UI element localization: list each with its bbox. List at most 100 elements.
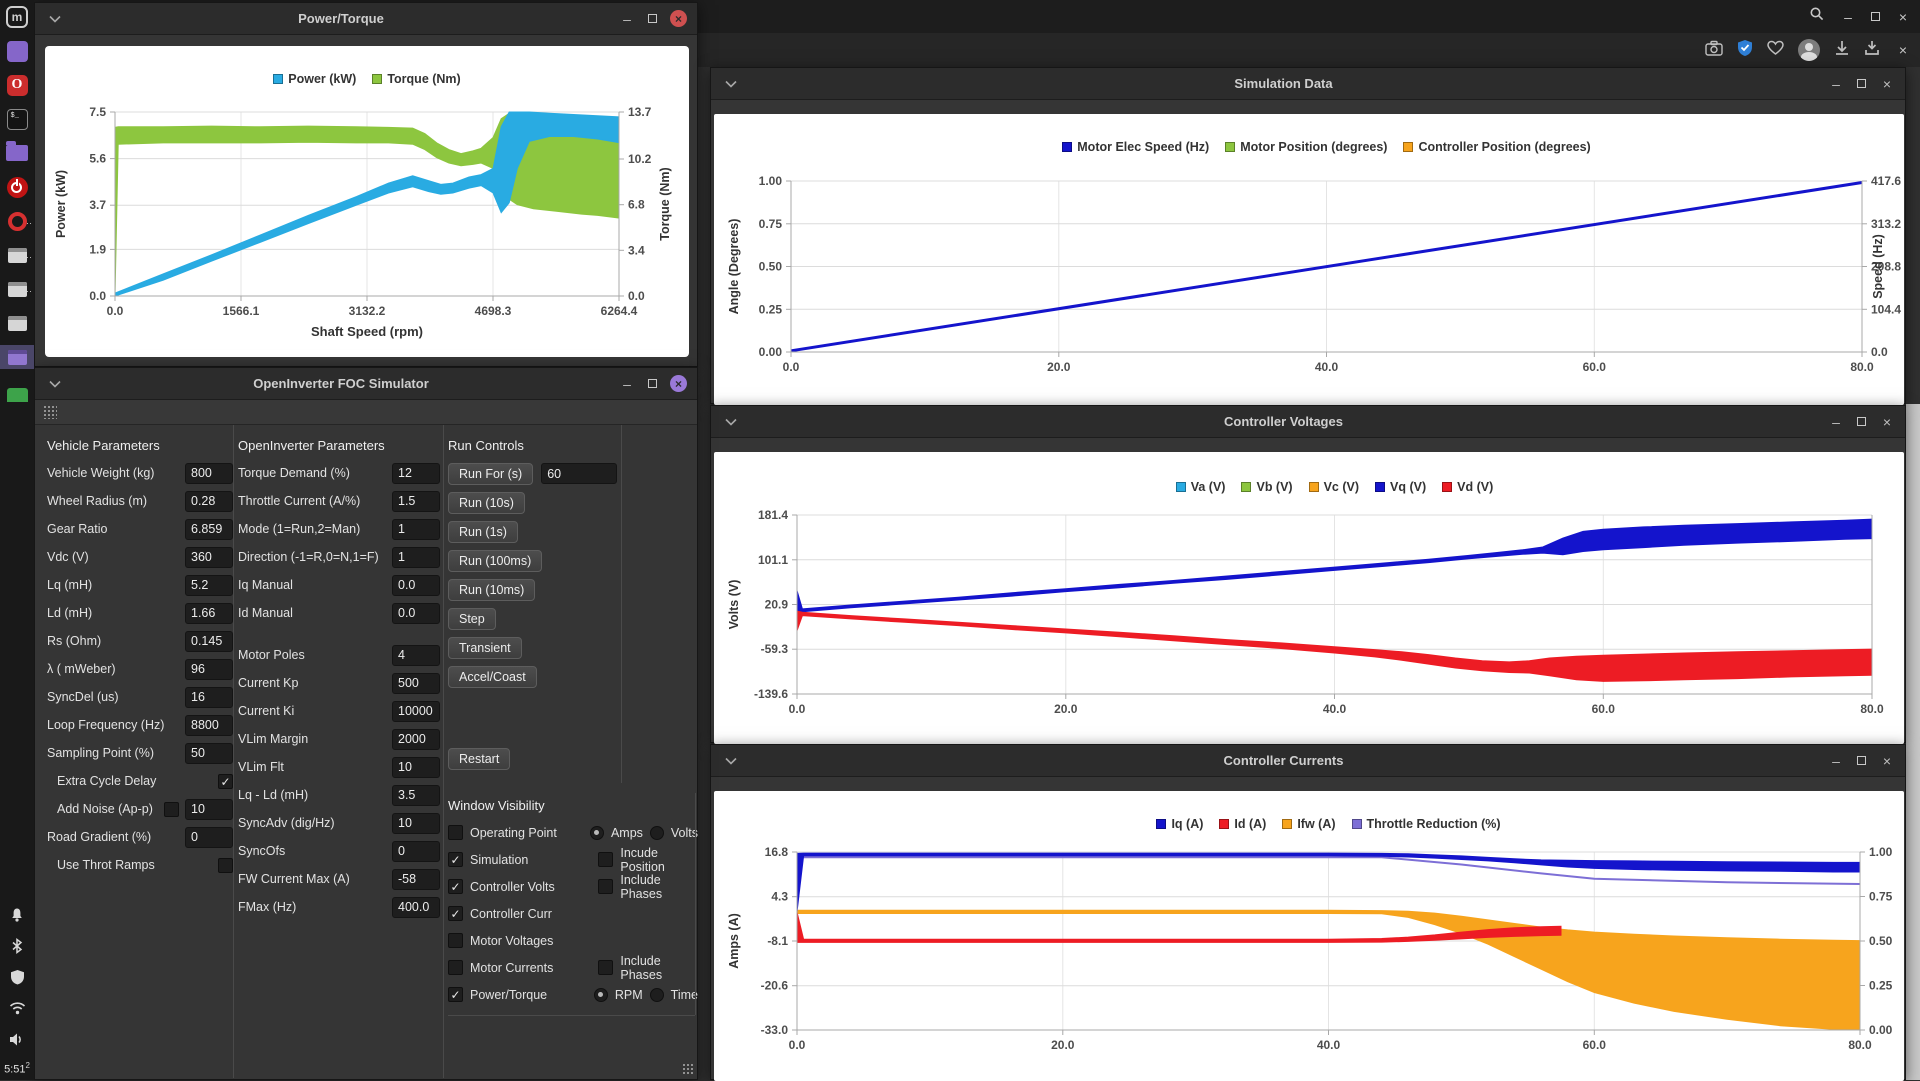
bg-maximize-button[interactable] xyxy=(1871,8,1880,26)
legend-item[interactable]: Vc (V) xyxy=(1309,480,1359,494)
legend-item[interactable]: Power (kW) xyxy=(273,72,356,86)
legend-item[interactable]: Motor Position (degrees) xyxy=(1225,140,1387,154)
param-input[interactable]: 12 xyxy=(392,463,440,484)
param-input[interactable]: 1 xyxy=(392,519,440,540)
param-input[interactable]: 5.2 xyxy=(185,575,233,596)
run-button-run-1s-[interactable]: Run (1s) xyxy=(448,521,518,543)
checkbox-unchecked[interactable] xyxy=(448,825,463,840)
close-button[interactable]: × xyxy=(670,10,687,27)
radio-time[interactable] xyxy=(650,988,664,1002)
param-input[interactable]: -58 xyxy=(392,869,440,890)
param-input[interactable]: 16 xyxy=(185,687,233,708)
minimize-button[interactable]: – xyxy=(619,12,635,26)
run-for-button[interactable]: Run For (s) xyxy=(448,463,533,485)
param-input[interactable]: 500 xyxy=(392,673,440,694)
chevron-down-icon[interactable] xyxy=(725,413,739,431)
bluetooth-icon[interactable] xyxy=(10,937,24,955)
legend-item[interactable]: Id (A) xyxy=(1219,817,1266,831)
radio-volts[interactable] xyxy=(650,826,664,840)
chevron-down-icon[interactable] xyxy=(725,752,739,770)
legend-item[interactable]: Throttle Reduction (%) xyxy=(1352,817,1501,831)
bg-minimize-button[interactable]: – xyxy=(1839,9,1857,25)
checkbox-unchecked[interactable] xyxy=(598,879,613,894)
clock[interactable]: 5:512 xyxy=(4,1061,30,1076)
legend-item[interactable]: Iq (A) xyxy=(1156,817,1203,831)
maximize-button[interactable] xyxy=(1857,75,1866,93)
param-input[interactable]: 0 xyxy=(392,841,440,862)
chevron-down-icon[interactable] xyxy=(49,10,63,28)
bell-icon[interactable] xyxy=(9,906,25,924)
minimize-button[interactable]: – xyxy=(1828,754,1844,768)
background-scrollbar[interactable] xyxy=(1906,404,1920,1080)
radio-amps[interactable] xyxy=(590,826,604,840)
legend-item[interactable]: Va (V) xyxy=(1176,480,1226,494)
param-input[interactable]: 6.859 xyxy=(185,519,233,540)
legend-item[interactable]: Torque (Nm) xyxy=(372,72,460,86)
checkbox-checked[interactable]: ✓ xyxy=(218,774,233,789)
checkbox-unchecked[interactable] xyxy=(598,960,613,975)
param-input[interactable]: 1.66 xyxy=(185,603,233,624)
legend-item[interactable]: Ifw (A) xyxy=(1282,817,1335,831)
checkbox-checked[interactable]: ✓ xyxy=(448,987,463,1002)
close-button[interactable]: × xyxy=(670,375,687,392)
param-input[interactable]: 800 xyxy=(185,463,233,484)
foc-titlebar[interactable]: OpenInverter FOC Simulator – × xyxy=(35,368,697,400)
param-input[interactable]: 2000 xyxy=(392,729,440,750)
download-tray-icon[interactable] xyxy=(1864,40,1880,61)
dock-item-power-app[interactable] xyxy=(0,175,34,199)
run-button-run-10ms-[interactable]: Run (10ms) xyxy=(448,579,535,601)
param-input[interactable]: 400.0 xyxy=(392,897,440,918)
restart-button[interactable]: Restart xyxy=(448,748,510,770)
close-button[interactable]: × xyxy=(1879,77,1895,91)
param-input[interactable]: 1.5 xyxy=(392,491,440,512)
dock-item-opera-browser[interactable]: O xyxy=(0,73,34,97)
param-input[interactable]: 0.0 xyxy=(392,603,440,624)
param-input[interactable]: 10 xyxy=(392,813,440,834)
maximize-button[interactable] xyxy=(1857,752,1866,770)
param-input[interactable]: 1 xyxy=(392,547,440,568)
minimize-button[interactable]: – xyxy=(1828,77,1844,91)
param-input[interactable]: 0.145 xyxy=(185,631,233,652)
toolbar-drag-grip[interactable] xyxy=(43,405,57,419)
legend-item[interactable]: Controller Position (degrees) xyxy=(1403,140,1590,154)
checkbox-unchecked[interactable] xyxy=(448,960,463,975)
dock-item-opera-ring[interactable]: ‥ xyxy=(0,209,34,233)
checkbox-unchecked[interactable] xyxy=(598,852,613,867)
dock-item-mint-menu[interactable]: m xyxy=(0,5,34,29)
bg-close-button[interactable]: × xyxy=(1894,9,1912,25)
dock-item-spreadsheet-app[interactable] xyxy=(0,379,34,403)
run-button-step[interactable]: Step xyxy=(448,608,496,630)
run-for-input[interactable]: 60 xyxy=(541,463,617,484)
legend-item[interactable]: Motor Elec Speed (Hz) xyxy=(1062,140,1209,154)
maximize-button[interactable] xyxy=(648,375,657,393)
param-input[interactable]: 0 xyxy=(185,827,233,848)
dock-item-window-2[interactable]: ‥ xyxy=(0,277,34,301)
minimize-button[interactable]: – xyxy=(619,377,635,391)
run-button-transient[interactable]: Transient xyxy=(448,637,522,659)
param-input[interactable]: 360 xyxy=(185,547,233,568)
resize-grip[interactable] xyxy=(682,1063,694,1075)
simulation-titlebar[interactable]: Simulation Data – × xyxy=(711,68,1905,100)
chevron-down-icon[interactable] xyxy=(725,75,739,93)
wifi-icon[interactable] xyxy=(9,999,26,1017)
maximize-button[interactable] xyxy=(648,10,657,28)
user-avatar[interactable] xyxy=(1798,39,1820,61)
search-icon[interactable] xyxy=(1809,6,1825,27)
radio-rpm[interactable] xyxy=(594,988,608,1002)
legend-item[interactable]: Vb (V) xyxy=(1241,480,1292,494)
shield-icon[interactable] xyxy=(10,968,25,986)
shield-check-icon[interactable] xyxy=(1737,39,1753,62)
minimize-button[interactable]: – xyxy=(1828,415,1844,429)
run-button-accel-coast[interactable]: Accel/Coast xyxy=(448,666,537,688)
param-input[interactable]: 3.5 xyxy=(392,785,440,806)
volume-icon[interactable] xyxy=(9,1030,25,1048)
checkbox-unchecked[interactable] xyxy=(218,858,233,873)
dock-item-window-3[interactable] xyxy=(0,311,34,335)
legend-item[interactable]: Vq (V) xyxy=(1375,480,1426,494)
param-input[interactable]: 0.0 xyxy=(392,575,440,596)
param-input[interactable]: 50 xyxy=(185,743,233,764)
param-input[interactable]: 10 xyxy=(185,799,233,820)
close-button[interactable]: × xyxy=(1879,754,1895,768)
dock-item-simulator-window[interactable] xyxy=(0,345,34,369)
heart-icon[interactable] xyxy=(1767,40,1784,61)
